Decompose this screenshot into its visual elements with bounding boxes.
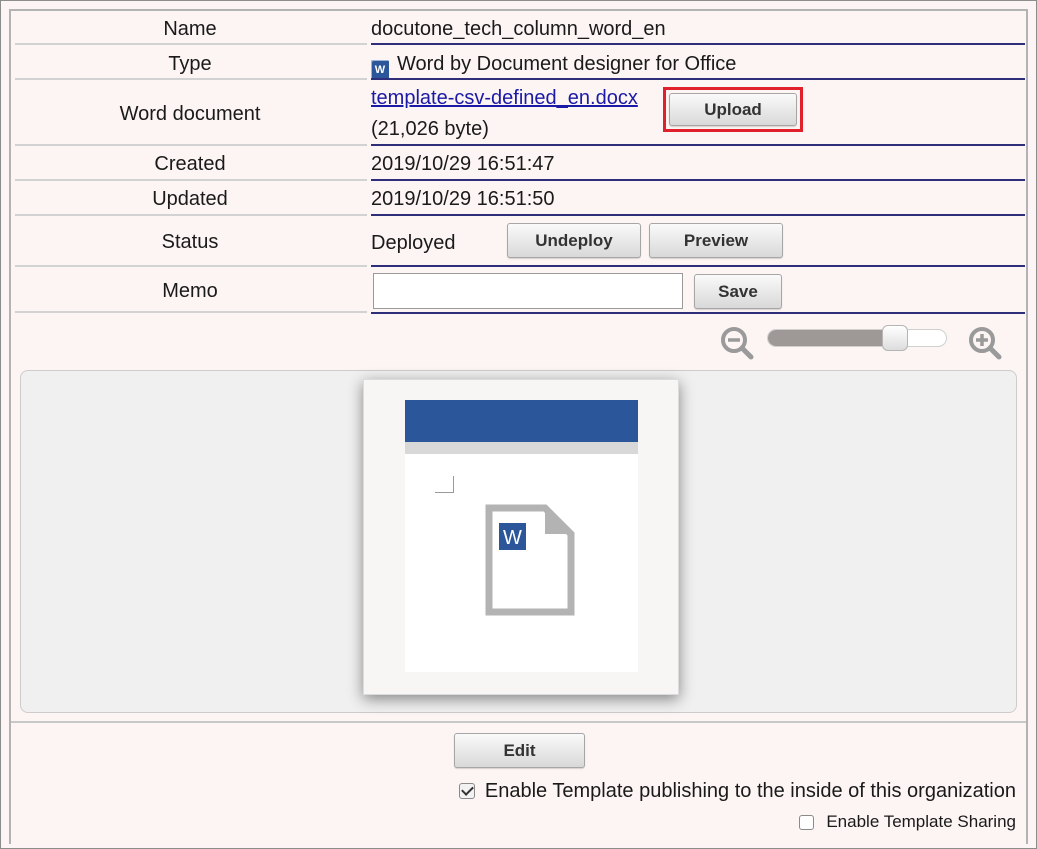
thumbnail-subheader-bar — [405, 442, 638, 454]
type-value: Word by Document designer for Office — [397, 53, 737, 75]
created-label: Created — [154, 153, 226, 175]
word-document-label: Word document — [119, 103, 261, 125]
upload-button[interactable]: Upload — [669, 93, 797, 126]
word-document-icon: W — [485, 504, 575, 616]
row-divider — [15, 144, 367, 146]
row-divider — [15, 78, 367, 80]
template-preview-area: W — [20, 370, 1017, 713]
sharing-option: Enable Template Sharing — [799, 811, 1016, 833]
row-divider — [371, 312, 1025, 314]
page-corner-mark — [435, 476, 454, 493]
undeploy-button[interactable]: Undeploy — [507, 223, 641, 258]
memo-label: Memo — [162, 280, 218, 302]
publishing-option: Enable Template publishing to the inside… — [458, 779, 1016, 803]
zoom-slider[interactable] — [767, 329, 947, 347]
zoom-control — [711, 321, 1011, 365]
row-divider — [371, 179, 1025, 181]
name-value: docutone_tech_column_word_en — [371, 18, 666, 40]
status-label: Status — [161, 231, 219, 253]
updated-label: Updated — [152, 188, 228, 210]
edit-button[interactable]: Edit — [454, 733, 585, 768]
zoom-out-icon[interactable] — [719, 325, 755, 361]
row-divider — [15, 265, 367, 267]
publishing-label: Enable Template publishing to the inside… — [484, 780, 1016, 802]
row-divider — [15, 214, 367, 216]
memo-input[interactable] — [373, 273, 683, 309]
zoom-slider-fill — [768, 330, 896, 346]
template-detail-panel: Name docutone_tech_column_word_en Type W… — [9, 9, 1028, 844]
sharing-checkbox[interactable] — [799, 814, 815, 830]
row-divider — [371, 214, 1025, 216]
row-divider — [15, 43, 367, 45]
row-divider — [15, 311, 367, 313]
type-value-container: W Word by Document designer for Office — [371, 52, 736, 80]
word-file-icon: W — [371, 60, 389, 80]
row-divider — [15, 179, 367, 181]
updated-value: 2019/10/29 16:51:50 — [371, 188, 555, 210]
thumbnail-header-bar — [405, 400, 638, 442]
zoom-slider-thumb[interactable] — [882, 325, 908, 351]
name-label: Name — [163, 18, 217, 40]
svg-text:W: W — [503, 527, 522, 549]
word-document-file-link[interactable]: template-csv-defined_en.docx — [371, 86, 638, 110]
template-thumbnail[interactable]: W — [363, 379, 679, 695]
row-divider — [371, 265, 1025, 267]
memo-save-button[interactable]: Save — [694, 274, 782, 309]
template-detail-window: Name docutone_tech_column_word_en Type W… — [0, 0, 1037, 849]
section-divider — [11, 721, 1026, 723]
created-value: 2019/10/29 16:51:47 — [371, 153, 555, 175]
row-divider — [371, 144, 1025, 146]
word-document-size: (21,026 byte) — [371, 118, 489, 140]
preview-button[interactable]: Preview — [649, 223, 783, 258]
thumbnail-page: W — [405, 454, 638, 672]
zoom-in-icon[interactable] — [967, 325, 1003, 361]
publishing-checkbox[interactable] — [458, 783, 475, 799]
sharing-label: Enable Template Sharing — [826, 812, 1016, 831]
type-label: Type — [168, 53, 212, 75]
row-divider — [371, 78, 1025, 80]
status-value: Deployed — [371, 232, 456, 254]
row-divider — [371, 43, 1025, 45]
